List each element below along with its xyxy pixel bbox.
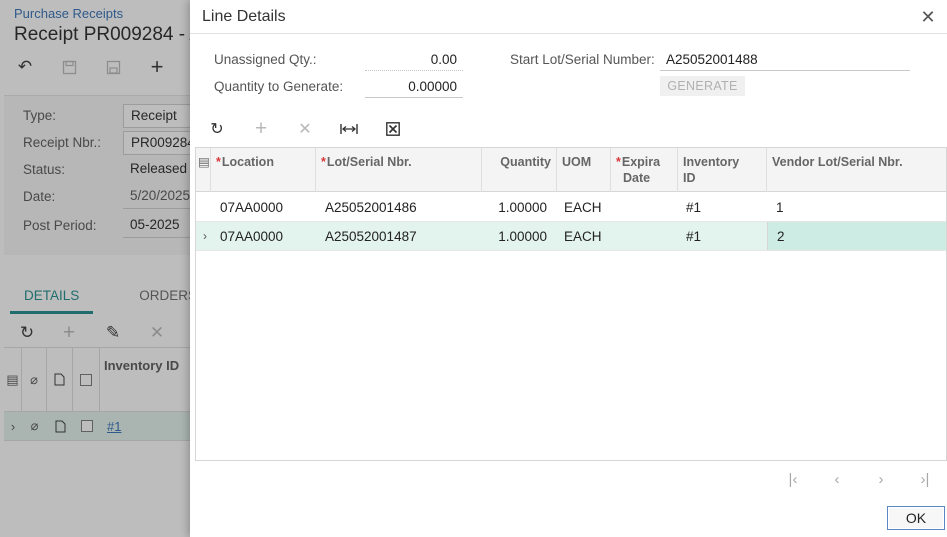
vendor-lot-header[interactable]: Vendor Lot/Serial Nbr. (767, 148, 946, 192)
unassigned-qty-label: Unassigned Qty.: (214, 52, 317, 67)
current-row-chevron-icon: › (203, 229, 207, 243)
next-page-icon[interactable]: › (868, 470, 894, 488)
lot-serial-cell[interactable]: A25052001486 (320, 193, 480, 221)
lot-serial-header[interactable]: *Lot/Serial Nbr. (316, 148, 482, 192)
grid-header: ▤ *Location *Lot/Serial Nbr. Quantity UO… (196, 148, 946, 192)
column-config-icon[interactable]: ▤ (196, 148, 211, 192)
quantity-header[interactable]: Quantity (482, 148, 557, 192)
last-page-icon[interactable]: ›| (912, 470, 938, 488)
table-row[interactable]: 07AA0000 A25052001486 1.00000 EACH #1 1 (196, 193, 946, 222)
title-divider (190, 33, 947, 34)
close-icon[interactable]: ✕ (917, 6, 939, 28)
unassigned-qty-value: 0.00 (365, 49, 463, 71)
lot-serial-grid: ▤ *Location *Lot/Serial Nbr. Quantity UO… (195, 147, 947, 461)
lot-serial-cell[interactable]: A25052001487 (320, 222, 480, 250)
line-details-dialog: Line Details ✕ Unassigned Qty.: 0.00 Qua… (190, 0, 947, 537)
start-lot-field[interactable]: A25052001488 (660, 49, 910, 71)
inventory-id-header[interactable]: Inventory ID (678, 148, 767, 192)
first-page-icon[interactable]: |‹ (780, 470, 806, 488)
add-row-icon: + (254, 117, 268, 140)
quantity-cell[interactable]: 1.00000 (482, 193, 552, 221)
uom-cell[interactable]: EACH (559, 222, 611, 250)
fit-to-screen-icon[interactable] (336, 118, 362, 140)
start-lot-label: Start Lot/Serial Number: (510, 52, 655, 67)
vendor-lot-cell[interactable]: 2 (767, 222, 946, 250)
table-row[interactable]: › 07AA0000 A25052001487 1.00000 EACH #1 … (196, 222, 946, 251)
delete-row-icon: ✕ (298, 121, 312, 138)
uom-cell[interactable]: EACH (559, 193, 611, 221)
uom-header[interactable]: UOM (557, 148, 611, 192)
inventory-id-cell[interactable]: #1 (681, 193, 767, 221)
qty-to-generate-label: Quantity to Generate: (214, 79, 344, 94)
ok-button[interactable]: OK (887, 506, 945, 530)
location-cell[interactable]: 07AA0000 (215, 193, 315, 221)
expiration-date-cell[interactable] (611, 193, 678, 221)
expiration-date-cell[interactable] (611, 222, 678, 250)
inventory-id-cell[interactable]: #1 (681, 222, 767, 250)
previous-page-icon[interactable]: ‹ (824, 470, 850, 488)
location-header[interactable]: *Location (211, 148, 316, 192)
dialog-title: Line Details (202, 8, 286, 25)
vendor-lot-cell[interactable]: 1 (771, 193, 946, 221)
refresh-icon[interactable]: ↻ (204, 118, 230, 140)
export-excel-icon[interactable] (380, 118, 406, 140)
quantity-cell[interactable]: 1.00000 (482, 222, 552, 250)
generate-button: GENERATE (660, 76, 745, 96)
qty-to-generate-field[interactable]: 0.00000 (365, 76, 463, 98)
location-cell[interactable]: 07AA0000 (215, 222, 315, 250)
expiration-date-header[interactable]: *Expira Date (611, 148, 678, 192)
